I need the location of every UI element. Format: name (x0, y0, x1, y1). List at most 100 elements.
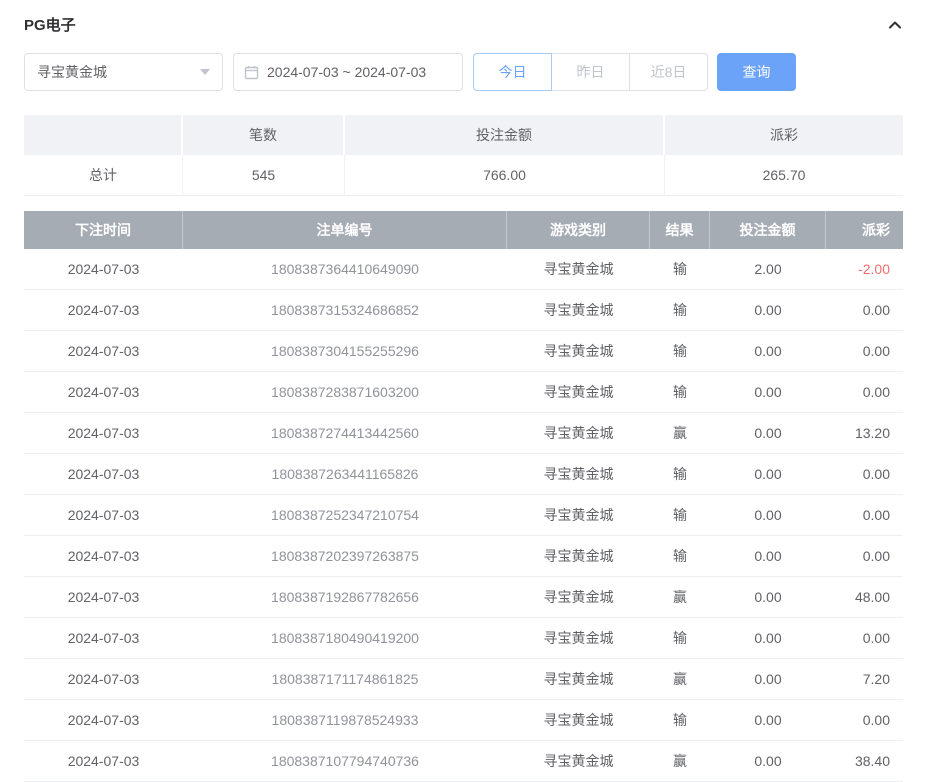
header-bet-time: 下注时间 (24, 211, 183, 249)
cell-bet-amount: 0.00 (710, 741, 826, 782)
cell-payout: 0.00 (826, 700, 903, 741)
cell-order-no: 1808387283871603200 (183, 372, 507, 413)
cell-result: 输 (650, 372, 710, 413)
cell-game-type: 寻宝黄金城 (507, 741, 650, 782)
cell-game-type: 寻宝黄金城 (507, 249, 650, 290)
table-row: 2024-07-031808387364410649090寻宝黄金城输2.00-… (24, 249, 903, 290)
cell-game-type: 寻宝黄金城 (507, 372, 650, 413)
yesterday-button[interactable]: 昨日 (551, 53, 630, 91)
cell-bet-time: 2024-07-03 (24, 700, 183, 741)
cell-bet-amount: 0.00 (710, 413, 826, 454)
cell-bet-amount: 0.00 (710, 290, 826, 331)
date-shortcut-group: 今日 昨日 近8日 (473, 53, 708, 91)
cell-game-type: 寻宝黄金城 (507, 659, 650, 700)
cell-game-type: 寻宝黄金城 (507, 454, 650, 495)
summary-total-count: 545 (183, 155, 345, 196)
table-row: 2024-07-031808387274413442560寻宝黄金城赢0.001… (24, 413, 903, 454)
cell-result: 输 (650, 290, 710, 331)
table-row: 2024-07-031808387180490419200寻宝黄金城输0.000… (24, 618, 903, 659)
cell-bet-time: 2024-07-03 (24, 454, 183, 495)
table-row: 2024-07-031808387283871603200寻宝黄金城输0.000… (24, 372, 903, 413)
cell-order-no: 1808387252347210754 (183, 495, 507, 536)
cell-bet-time: 2024-07-03 (24, 413, 183, 454)
cell-bet-amount: 0.00 (710, 495, 826, 536)
cell-game-type: 寻宝黄金城 (507, 331, 650, 372)
records-panel: PG电子 寻宝黄金城 2024-07-03 ~ 2024-07-03 今日 昨日… (0, 0, 927, 782)
cell-game-type: 寻宝黄金城 (507, 700, 650, 741)
filter-bar: 寻宝黄金城 2024-07-03 ~ 2024-07-03 今日 昨日 近8日 … (24, 53, 903, 91)
header-payout: 派彩 (826, 211, 903, 249)
cell-result: 赢 (650, 659, 710, 700)
cell-bet-amount: 0.00 (710, 331, 826, 372)
cell-bet-time: 2024-07-03 (24, 495, 183, 536)
cell-order-no: 1808387192867782656 (183, 577, 507, 618)
cell-result: 输 (650, 618, 710, 659)
cell-bet-amount: 0.00 (710, 372, 826, 413)
cell-result: 赢 (650, 741, 710, 782)
cell-payout: 0.00 (826, 536, 903, 577)
header-bet-amount: 投注金额 (710, 211, 826, 249)
summary-header-count: 笔数 (183, 115, 345, 155)
header-game-type: 游戏类别 (507, 211, 650, 249)
cell-bet-time: 2024-07-03 (24, 372, 183, 413)
cell-order-no: 1808387315324686852 (183, 290, 507, 331)
cell-payout: 0.00 (826, 290, 903, 331)
page-title: PG电子 (24, 14, 76, 35)
collapse-button[interactable] (887, 17, 903, 33)
cell-game-type: 寻宝黄金城 (507, 413, 650, 454)
header-order-no: 注单编号 (183, 211, 507, 249)
summary-header-payout: 派彩 (665, 115, 903, 155)
table-row: 2024-07-031808387119878524933寻宝黄金城输0.000… (24, 700, 903, 741)
cell-order-no: 1808387364410649090 (183, 249, 507, 290)
summary-total-label: 总计 (24, 155, 183, 196)
cell-bet-time: 2024-07-03 (24, 659, 183, 700)
cell-order-no: 1808387274413442560 (183, 413, 507, 454)
chevron-down-icon (200, 69, 210, 75)
game-select-value: 寻宝黄金城 (37, 62, 107, 82)
cell-bet-amount: 0.00 (710, 536, 826, 577)
cell-result: 输 (650, 249, 710, 290)
cell-bet-time: 2024-07-03 (24, 536, 183, 577)
cell-order-no: 1808387107794740736 (183, 741, 507, 782)
cell-payout: 0.00 (826, 372, 903, 413)
cell-bet-amount: 0.00 (710, 577, 826, 618)
table-row: 2024-07-031808387263441165826寻宝黄金城输0.000… (24, 454, 903, 495)
cell-bet-amount: 2.00 (710, 249, 826, 290)
calendar-icon (244, 65, 259, 80)
cell-bet-time: 2024-07-03 (24, 618, 183, 659)
date-range-input[interactable]: 2024-07-03 ~ 2024-07-03 (233, 53, 463, 91)
cell-bet-amount: 0.00 (710, 659, 826, 700)
cell-order-no: 1808387304155255296 (183, 331, 507, 372)
cell-payout: 13.20 (826, 413, 903, 454)
cell-bet-time: 2024-07-03 (24, 577, 183, 618)
date-range-value: 2024-07-03 ~ 2024-07-03 (267, 64, 426, 80)
cell-payout: 48.00 (826, 577, 903, 618)
cell-order-no: 1808387263441165826 (183, 454, 507, 495)
cell-order-no: 1808387202397263875 (183, 536, 507, 577)
cell-game-type: 寻宝黄金城 (507, 618, 650, 659)
query-button[interactable]: 查询 (717, 53, 796, 91)
cell-bet-amount: 0.00 (710, 700, 826, 741)
cell-payout: 7.20 (826, 659, 903, 700)
cell-bet-amount: 0.00 (710, 454, 826, 495)
cell-bet-time: 2024-07-03 (24, 741, 183, 782)
last8days-button[interactable]: 近8日 (629, 53, 708, 91)
game-select[interactable]: 寻宝黄金城 (24, 53, 223, 91)
records-body: 2024-07-031808387364410649090寻宝黄金城输2.00-… (24, 249, 903, 782)
cell-payout: 0.00 (826, 618, 903, 659)
cell-bet-time: 2024-07-03 (24, 331, 183, 372)
cell-payout: 0.00 (826, 495, 903, 536)
cell-payout: 0.00 (826, 454, 903, 495)
cell-result: 输 (650, 700, 710, 741)
cell-result: 赢 (650, 413, 710, 454)
summary-header-blank (24, 115, 183, 155)
table-row: 2024-07-031808387192867782656寻宝黄金城赢0.004… (24, 577, 903, 618)
cell-payout: 38.40 (826, 741, 903, 782)
cell-game-type: 寻宝黄金城 (507, 290, 650, 331)
panel-header: PG电子 (24, 14, 903, 35)
summary-header-row: 笔数 投注金额 派彩 (24, 115, 903, 155)
summary-total-payout: 265.70 (665, 155, 903, 196)
cell-result: 输 (650, 331, 710, 372)
cell-payout: 0.00 (826, 331, 903, 372)
today-button[interactable]: 今日 (473, 53, 552, 91)
